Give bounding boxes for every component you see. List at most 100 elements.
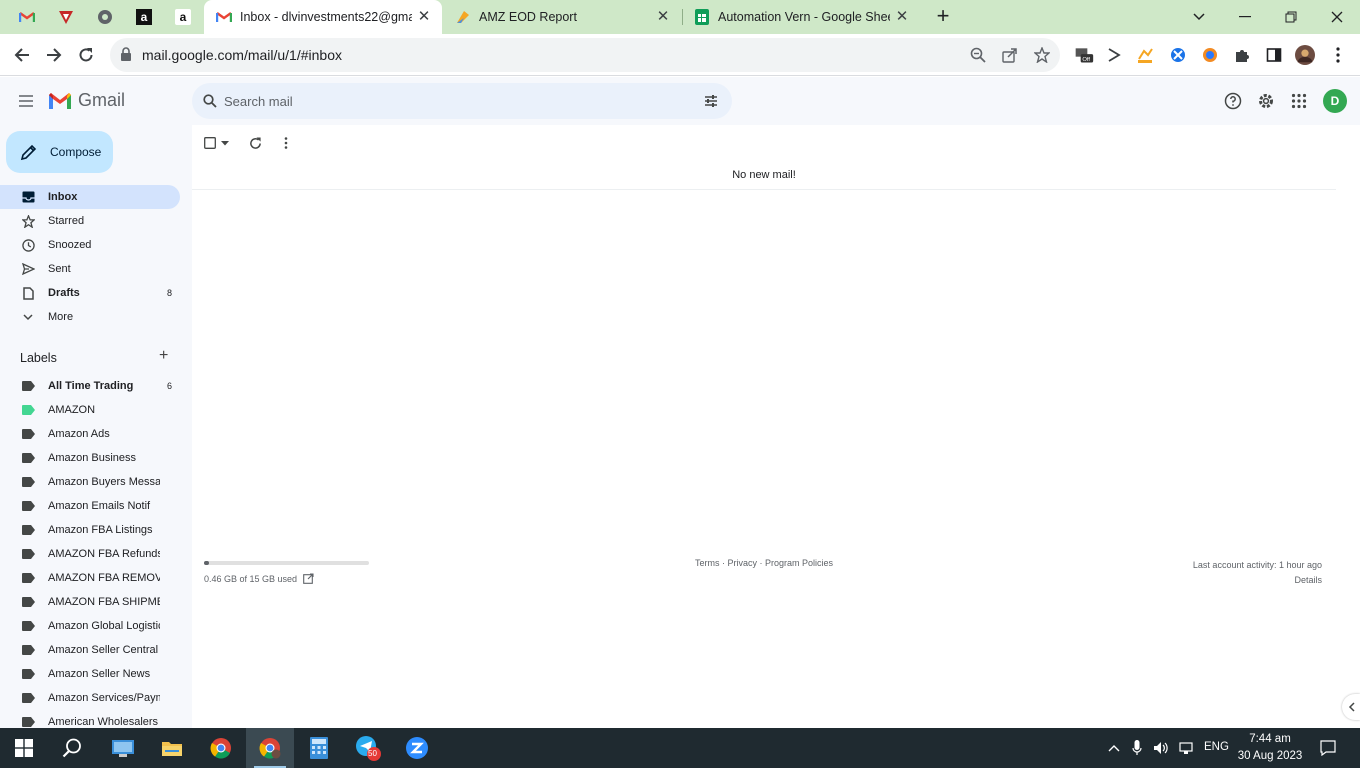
label-item[interactable]: AMAZON <box>0 398 180 422</box>
browser-menu-icon[interactable] <box>1328 45 1348 65</box>
back-button[interactable] <box>9 42 35 68</box>
forward-button[interactable] <box>41 42 67 68</box>
label-name: Amazon Business <box>48 452 137 464</box>
pinned-tab-gmail[interactable] <box>8 0 46 34</box>
pinned-tab-amazon[interactable]: a <box>164 0 202 34</box>
volume-icon[interactable] <box>1153 740 1169 756</box>
monitor-icon <box>112 740 134 757</box>
taskbar-app-calculator[interactable] <box>295 728 343 768</box>
label-item[interactable]: Amazon Services/Payments <box>0 686 180 710</box>
gear-icon[interactable] <box>1256 91 1276 111</box>
nav-item-sent[interactable]: Sent <box>0 257 180 281</box>
network-icon[interactable] <box>1178 740 1194 756</box>
search-bar[interactable] <box>192 83 732 119</box>
taskbar-app-chrome-profile[interactable] <box>246 728 294 768</box>
keepa-extension-icon[interactable] <box>1200 45 1220 65</box>
gmail-logo[interactable]: Gmail <box>48 90 125 111</box>
off-extension-icon[interactable]: Off <box>1074 45 1094 65</box>
main-menu-icon[interactable] <box>16 91 36 114</box>
label-item[interactable]: Amazon Seller Central <box>0 638 180 662</box>
last-activity: Last account activity: 1 hour ago Detail… <box>1193 558 1322 588</box>
label-item[interactable]: Amazon FBA Listings <box>0 518 180 542</box>
footer-links[interactable]: Terms · Privacy · Program Policies <box>192 558 1336 568</box>
nav-item-label: More <box>48 311 74 323</box>
helium-extension-icon[interactable] <box>1168 45 1188 65</box>
start-button[interactable] <box>0 728 48 768</box>
add-label-button[interactable]: + <box>159 348 173 364</box>
search-input[interactable] <box>224 83 684 119</box>
taskbar-search-button[interactable] <box>48 728 96 768</box>
label-item[interactable]: Amazon Seller News <box>0 662 180 686</box>
side-panel-toggle[interactable] <box>1342 694 1360 720</box>
pinned-tab-vpn[interactable] <box>47 0 85 34</box>
label-item[interactable]: Amazon Buyers Messages <box>0 470 180 494</box>
label-item[interactable]: AMAZON FBA Refunds <box>0 542 180 566</box>
search-icon[interactable] <box>203 94 217 111</box>
label-item[interactable]: American Wholesalers <box>0 710 180 728</box>
account-avatar[interactable]: D <box>1323 89 1347 113</box>
label-item[interactable]: AMAZON FBA SHIPMENTS <box>0 590 180 614</box>
tab-search-button[interactable] <box>1176 0 1222 34</box>
tab-automation-vern[interactable]: Automation Vern - Google Sheets ✕ <box>682 0 920 34</box>
profile-avatar[interactable] <box>1295 45 1315 65</box>
label-tag-icon <box>20 690 36 706</box>
gmail-logo-icon <box>49 92 71 109</box>
label-item[interactable]: Amazon Global Logistic <box>0 614 180 638</box>
taskbar-app-desktop[interactable] <box>99 728 147 768</box>
close-icon[interactable]: ✕ <box>894 9 910 25</box>
chevron-down-icon <box>1193 13 1205 21</box>
taskbar-app-zoom[interactable] <box>393 728 441 768</box>
nav-item-more[interactable]: More <box>0 305 180 329</box>
cursor-extension-icon[interactable] <box>1104 45 1124 65</box>
label-item[interactable]: Amazon Emails Notif <box>0 494 180 518</box>
share-icon[interactable] <box>1002 47 1018 63</box>
apps-grid-icon[interactable] <box>1289 91 1309 111</box>
restore-button[interactable] <box>1268 0 1314 34</box>
nav-item-inbox[interactable]: Inbox <box>0 185 180 209</box>
microphone-icon[interactable] <box>1129 740 1145 756</box>
nav-item-drafts[interactable]: Drafts 8 <box>0 281 180 305</box>
zoom-icon[interactable] <box>970 47 986 63</box>
nav-item-snoozed[interactable]: Snoozed <box>0 233 180 257</box>
search-options-icon[interactable] <box>703 93 719 112</box>
compose-button[interactable]: Compose <box>6 131 113 173</box>
language-indicator[interactable]: ENG <box>1204 741 1229 753</box>
puzzle-icon[interactable] <box>1232 45 1252 65</box>
label-tag-icon <box>20 426 36 442</box>
label-item[interactable]: All Time Trading 6 <box>0 374 180 398</box>
select-all-checkbox[interactable] <box>204 137 229 149</box>
address-bar[interactable]: mail.google.com/mail/u/1/#inbox <box>110 38 1060 72</box>
arrow-left-icon <box>14 48 29 62</box>
tab-gmail-inbox[interactable]: Inbox - dlvinvestments22@gmail.com - Gma… <box>204 0 442 34</box>
external-link-icon[interactable] <box>303 573 314 584</box>
notification-icon[interactable] <box>1320 740 1336 756</box>
help-icon[interactable] <box>1223 91 1243 111</box>
close-window-button[interactable] <box>1314 0 1360 34</box>
star-icon[interactable] <box>1033 46 1051 64</box>
close-icon[interactable]: ✕ <box>416 9 432 25</box>
nav-item-starred[interactable]: Starred <box>0 209 180 233</box>
close-icon <box>1331 11 1343 23</box>
side-panel-icon[interactable] <box>1264 45 1284 65</box>
pinned-tab-amazon-a[interactable]: a <box>125 0 163 34</box>
taskbar-clock[interactable]: 7:44 am 30 Aug 2023 <box>1234 731 1306 765</box>
minimize-button[interactable] <box>1222 0 1268 34</box>
label-item[interactable]: Amazon Ads <box>0 422 180 446</box>
new-tab-button[interactable]: + <box>932 5 954 28</box>
tab-amz-eod-report[interactable]: AMZ EOD Report ✕ <box>443 0 681 34</box>
label-item[interactable]: Amazon Business <box>0 446 180 470</box>
pinned-tab-globe[interactable] <box>86 0 124 34</box>
reload-button[interactable] <box>73 42 99 68</box>
calculator-icon <box>310 737 328 759</box>
label-name: Amazon Ads <box>48 428 110 440</box>
details-link[interactable]: Details <box>1193 573 1322 588</box>
taskbar-app-telegram[interactable]: 50 <box>344 728 392 768</box>
taskbar-app-file-explorer[interactable] <box>148 728 196 768</box>
close-icon[interactable]: ✕ <box>655 9 671 25</box>
tray-overflow-icon[interactable] <box>1106 740 1122 756</box>
taskbar-app-chrome[interactable] <box>197 728 245 768</box>
more-options-icon[interactable] <box>284 137 288 149</box>
label-item[interactable]: AMAZON FBA REMOVAL <box>0 566 180 590</box>
scout-extension-icon[interactable] <box>1135 45 1155 65</box>
refresh-icon[interactable] <box>249 136 262 150</box>
